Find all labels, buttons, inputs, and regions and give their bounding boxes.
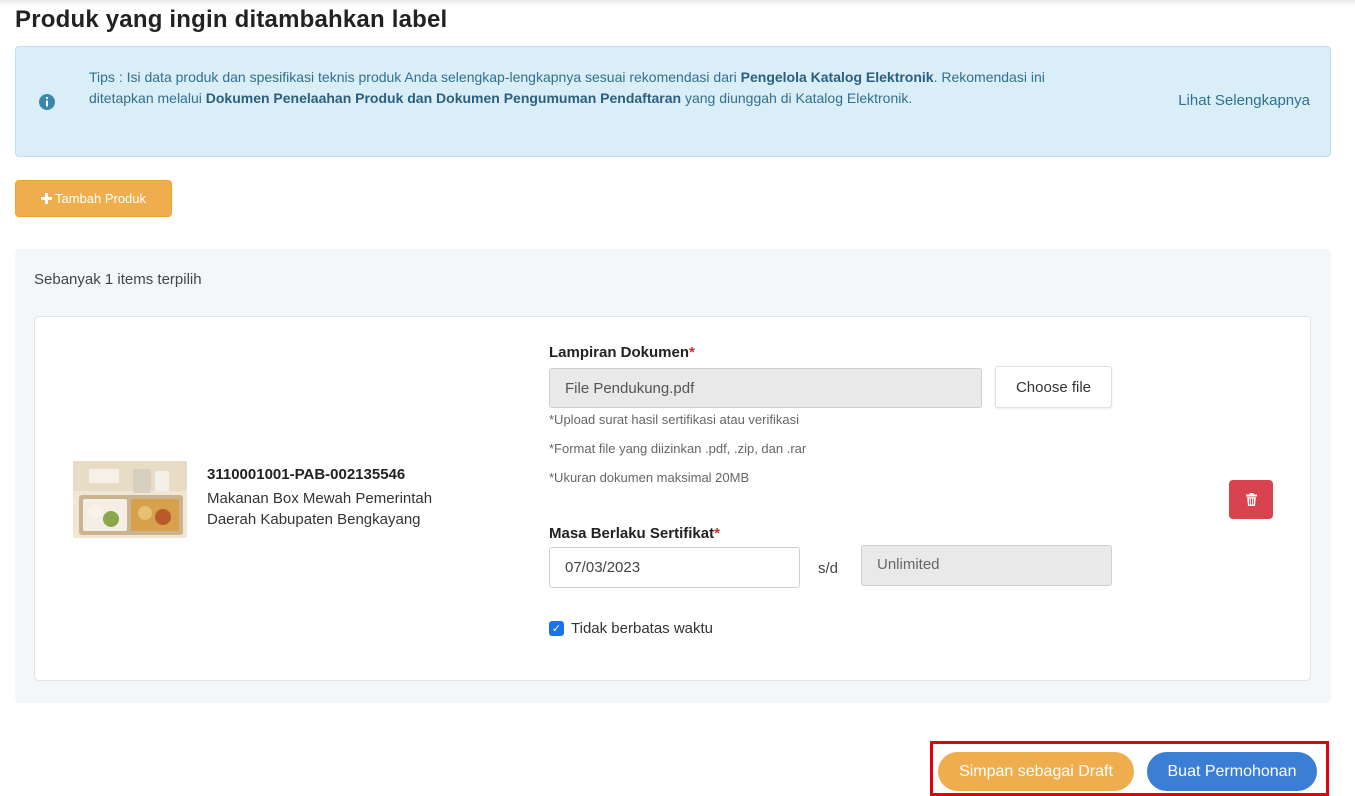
checkmark-icon[interactable]: ✓ (549, 621, 564, 636)
delete-product-button[interactable] (1229, 480, 1273, 519)
file-name-field[interactable]: File Pendukung.pdf (549, 368, 982, 408)
start-date-input[interactable]: 07/03/2023 (549, 547, 800, 588)
add-product-button[interactable]: Tambah Produk (15, 180, 172, 217)
tips-alert: Tips : Isi data produk dan spesifikasi t… (15, 46, 1331, 157)
product-name: Makanan Box Mewah Pemerintah Daerah Kabu… (207, 490, 433, 528)
attachment-label: Lampiran Dokumen* (549, 344, 695, 361)
page-title: Produk yang ingin ditambahkan label (15, 6, 448, 33)
tips-text-suffix: yang diunggah di Katalog Elektronik. (681, 90, 913, 106)
tips-text: Tips : Isi data produk dan spesifikasi t… (89, 67, 1089, 109)
hint-size: *Ukuran dokumen maksimal 20MB (549, 470, 750, 485)
required-mark: * (714, 525, 720, 542)
plus-icon (40, 193, 52, 204)
save-draft-button[interactable]: Simpan sebagai Draft (938, 752, 1134, 791)
no-limit-checkbox[interactable]: ✓ Tidak berbatas waktu (549, 620, 713, 637)
submit-request-button[interactable]: Buat Permohonan (1147, 752, 1317, 791)
product-thumbnail (73, 461, 187, 538)
product-code: 3110001001-PAB-002135546 (207, 466, 406, 483)
hint-format: *Format file yang diizinkan .pdf, .zip, … (549, 441, 807, 456)
tips-text-prefix: Tips : Isi data produk dan spesifikasi t… (89, 69, 741, 85)
date-separator: s/d (818, 560, 839, 577)
required-mark: * (689, 344, 695, 361)
attachment-label-text: Lampiran Dokumen (549, 344, 690, 361)
selected-products-panel: Sebanyak 1 items terpilih 3110001001-PAB… (15, 249, 1331, 703)
product-card: 3110001001-PAB-002135546 Makanan Box Mew… (34, 316, 1311, 681)
tips-text-bold-2: Dokumen Penelaahan Produk dan Dokumen Pe… (205, 90, 682, 106)
validity-label: Masa Berlaku Sertifikat* (549, 525, 720, 542)
choose-file-button[interactable]: Choose file (995, 366, 1112, 408)
trash-icon (1245, 493, 1257, 506)
selection-count: Sebanyak 1 items terpilih (34, 271, 202, 288)
info-circle-icon (39, 94, 55, 110)
add-product-label: Tambah Produk (54, 191, 147, 206)
hint-upload: *Upload surat hasil sertifikasi atau ver… (549, 412, 799, 427)
end-date-input[interactable]: Unlimited (861, 545, 1112, 586)
validity-label-text: Masa Berlaku Sertifikat (549, 525, 715, 542)
no-limit-label: Tidak berbatas waktu (571, 620, 714, 637)
see-more-link[interactable]: Lihat Selengkapnya (1178, 92, 1310, 109)
tips-text-bold-1: Pengelola Katalog Elektronik (740, 69, 934, 85)
